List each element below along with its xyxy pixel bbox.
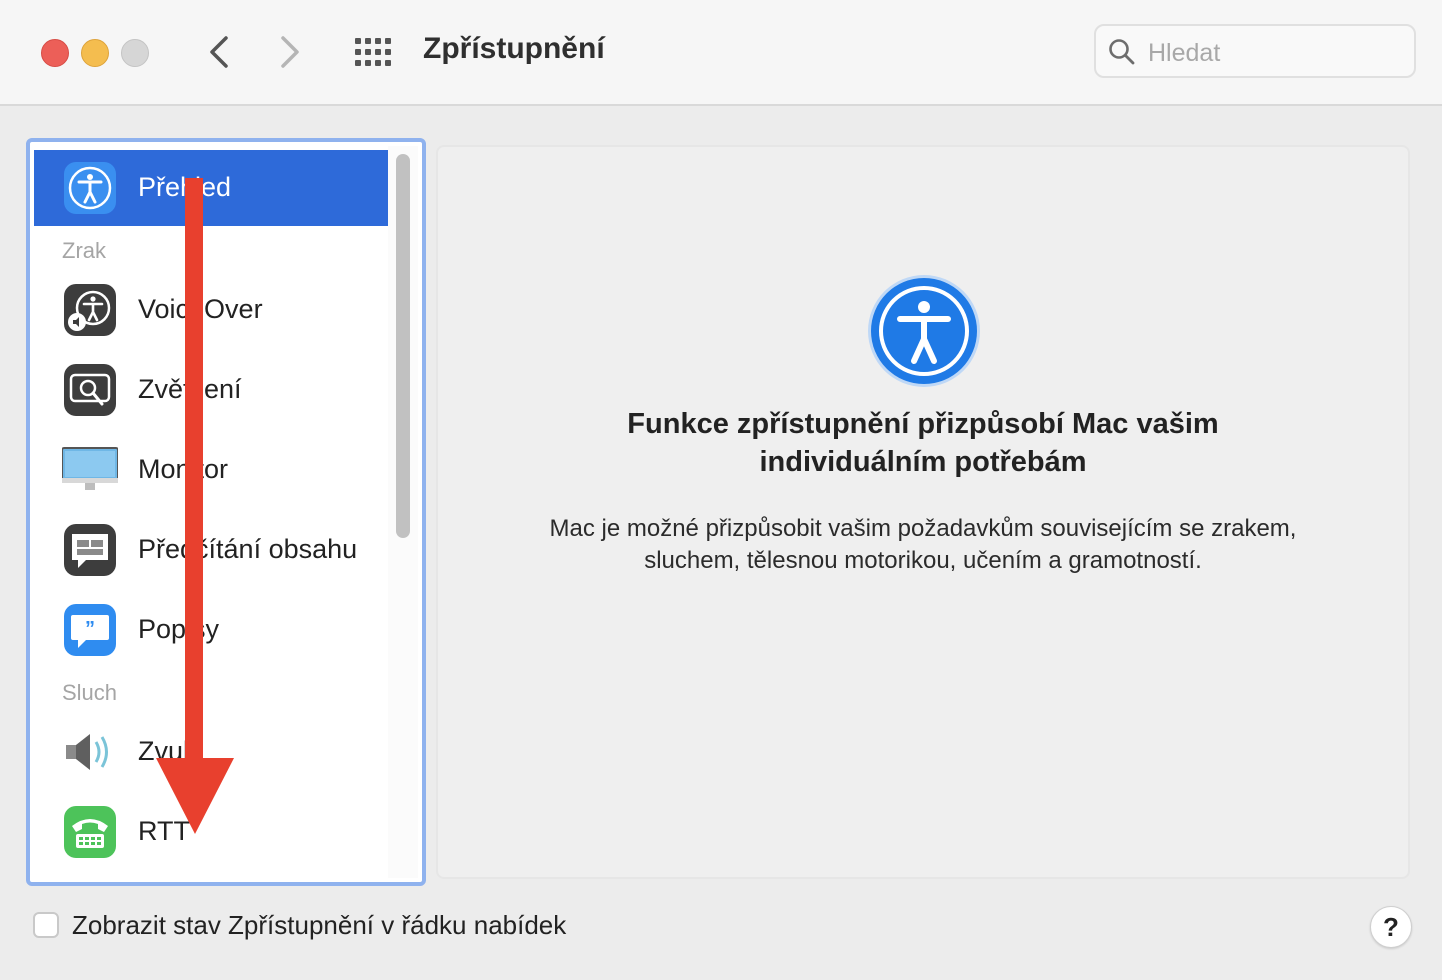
detail-heading-line: Funkce zpřístupnění přizpůsobí Mac vašim — [627, 408, 1219, 440]
sidebar-scrollbar[interactable] — [388, 146, 418, 878]
sidebar-item-label: VoiceOver — [138, 294, 263, 324]
rtt-phone-icon — [64, 806, 116, 858]
detail-description-line: Mac je možné přizpůsobit vašim požadavků… — [549, 515, 1297, 542]
show-status-in-menu-bar-label[interactable]: Zobrazit stav Zpřístupnění v řádku nabíd… — [72, 910, 566, 941]
accessibility-icon — [64, 162, 116, 214]
scrollbar-thumb[interactable] — [396, 154, 410, 538]
overview-detail-pane: Funkce zpřístupnění přizpůsobí Mac vašim… — [436, 145, 1410, 879]
category-list-frame: Přehled Zrak VoiceOver Zvětšení Monitor … — [26, 138, 426, 886]
title-bar: Zpřístupnění — [0, 0, 1442, 106]
sidebar-item-label: RTT — [138, 816, 190, 846]
grid-icon — [355, 38, 391, 66]
sidebar-item-monitor[interactable]: Monitor — [34, 432, 388, 508]
sidebar-item-label: Přehled — [138, 172, 232, 202]
section-header-zrak: Zrak — [62, 238, 106, 263]
close-window-button[interactable] — [41, 39, 69, 67]
sidebar-item-label: Popisy — [138, 614, 220, 644]
voiceover-icon — [64, 284, 116, 336]
search-icon — [1109, 39, 1135, 65]
sidebar-item-label: Monitor — [138, 454, 229, 484]
sidebar-item-prehled[interactable]: Přehled — [34, 150, 388, 226]
sidebar-item-rtt[interactable]: RTT — [34, 794, 388, 870]
show-all-button[interactable] — [353, 36, 393, 68]
forward-button[interactable] — [275, 34, 305, 70]
detail-heading-line: individuálním potřebám — [759, 446, 1087, 478]
help-button[interactable]: ? — [1370, 906, 1412, 948]
sidebar-item-zvuk[interactable]: Zvuk — [34, 714, 388, 790]
section-header-sluch: Sluch — [62, 680, 118, 705]
detail-heading: Funkce zpřístupnění přizpůsobí Mac vašim… — [438, 405, 1408, 481]
category-list[interactable]: Přehled Zrak VoiceOver Zvětšení Monitor … — [34, 146, 389, 878]
window-title: Zpřístupnění — [423, 32, 605, 65]
sidebar-item-predcitani-obsahu[interactable]: Předčítání obsahu — [34, 512, 388, 588]
svg-text:”: ” — [85, 618, 95, 640]
sidebar-item-label: Zvuk — [138, 736, 197, 766]
sidebar-item-popisy[interactable]: ” Popisy — [34, 592, 388, 668]
speaker-icon — [66, 734, 108, 770]
sidebar-item-voiceover[interactable]: VoiceOver — [34, 272, 388, 348]
spoken-content-icon — [64, 524, 116, 576]
zoom-window-button[interactable] — [121, 39, 149, 67]
chevron-left-icon — [210, 36, 228, 68]
detail-description: Mac je možné přizpůsobit vašim požadavků… — [438, 513, 1408, 577]
chevron-right-icon — [281, 36, 299, 68]
search-field[interactable] — [1094, 24, 1416, 78]
sidebar-item-zvetseni[interactable]: Zvětšení — [34, 352, 388, 428]
minimize-window-button[interactable] — [81, 39, 109, 67]
descriptions-icon: ” — [64, 604, 116, 656]
show-status-in-menu-bar-checkbox[interactable] — [33, 912, 59, 938]
monitor-icon — [62, 447, 118, 490]
accessibility-icon — [868, 275, 980, 387]
search-input[interactable] — [1146, 34, 1400, 72]
sidebar-item-label: Zvětšení — [138, 374, 242, 404]
sidebar-item-label: Předčítání obsahu — [138, 534, 358, 564]
back-button[interactable] — [204, 34, 234, 70]
zoom-icon — [64, 364, 116, 416]
detail-description-line: sluchem, tělesnou motorikou, učením a gr… — [644, 547, 1202, 574]
